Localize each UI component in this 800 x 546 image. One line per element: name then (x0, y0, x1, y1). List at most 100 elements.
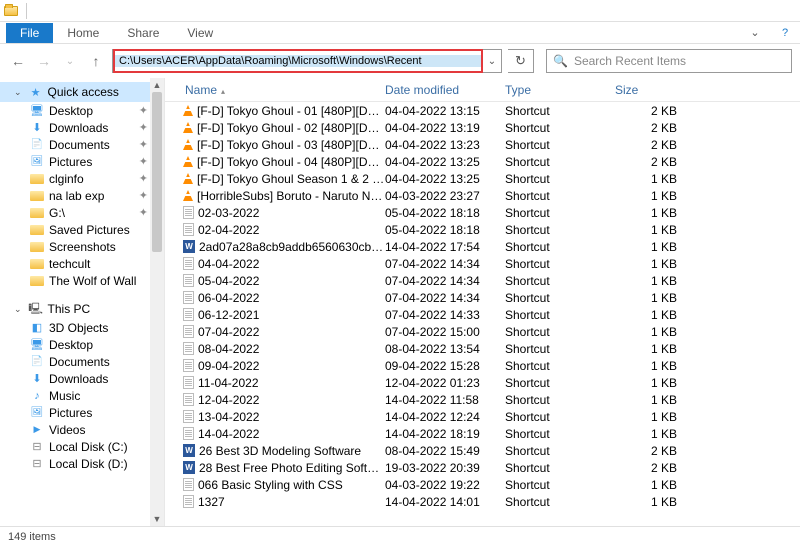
file-row[interactable]: 06-12-202107-04-2022 14:33Shortcut1 KB (165, 306, 800, 323)
sidebar-item[interactable]: 3D Objects (0, 319, 164, 336)
dl-icon (30, 372, 44, 386)
sidebar-item-label: Local Disk (C:) (49, 440, 128, 454)
search-box[interactable]: 🔍 Search Recent Items (546, 49, 792, 73)
file-name: [F-D] Tokyo Ghoul - 02 [480P][Dual-Audi.… (197, 121, 385, 135)
scroll-up-icon[interactable]: ▲ (150, 78, 164, 92)
home-tab[interactable]: Home (53, 23, 113, 43)
file-row[interactable]: 14-04-202214-04-2022 18:19Shortcut1 KB (165, 425, 800, 442)
file-row[interactable]: 08-04-202208-04-2022 13:54Shortcut1 KB (165, 340, 800, 357)
file-row[interactable]: [F-D] Tokyo Ghoul - 03 [480P][Dual-Audi.… (165, 136, 800, 153)
document-icon (183, 223, 194, 236)
ribbon-expand-icon[interactable]: ⌄ (740, 26, 770, 39)
sidebar-item[interactable]: Pictures (0, 404, 164, 421)
up-button[interactable]: ↑ (86, 51, 106, 71)
sidebar-item-label: The Wolf of Wall (49, 274, 136, 288)
scroll-down-icon[interactable]: ▼ (150, 512, 164, 526)
file-size: 1 KB (615, 274, 685, 288)
file-row[interactable]: [HorribleSubs] Boruto - Naruto Next Gen.… (165, 187, 800, 204)
sidebar-scrollbar[interactable]: ▲ ▼ (150, 78, 164, 526)
share-tab[interactable]: Share (113, 23, 173, 43)
sidebar-item[interactable]: Documents✦ (0, 136, 164, 153)
sidebar-item[interactable]: The Wolf of Wall (0, 272, 164, 289)
desktop-icon (30, 104, 44, 118)
file-name: 13-04-2022 (198, 410, 259, 424)
file-row[interactable]: [F-D] Tokyo Ghoul Season 1 & 2 Complet..… (165, 170, 800, 187)
size-column[interactable]: Size (615, 83, 685, 97)
file-size: 2 KB (615, 461, 685, 475)
file-row[interactable]: 132714-04-2022 14:01Shortcut1 KB (165, 493, 800, 510)
address-input[interactable] (115, 55, 481, 67)
sidebar-item[interactable]: Music (0, 387, 164, 404)
file-type: Shortcut (505, 410, 615, 424)
sidebar-item[interactable]: Saved Pictures (0, 221, 164, 238)
back-button[interactable]: ← (8, 51, 28, 71)
sidebar-item[interactable]: Desktop (0, 336, 164, 353)
sidebar-item[interactable]: Desktop✦ (0, 102, 164, 119)
file-name: 02-03-2022 (198, 206, 259, 220)
sidebar-item[interactable]: na lab exp✦ (0, 187, 164, 204)
pin-icon: ✦ (139, 138, 148, 151)
sidebar-item[interactable]: Pictures✦ (0, 153, 164, 170)
pic-icon (30, 155, 44, 169)
forward-button[interactable]: → (34, 51, 54, 71)
file-name: 05-04-2022 (198, 274, 259, 288)
refresh-button[interactable]: ↻ (508, 49, 534, 73)
disk-icon (30, 440, 44, 454)
sidebar-item[interactable]: Local Disk (C:) (0, 438, 164, 455)
sidebar-item[interactable]: Screenshots (0, 238, 164, 255)
sidebar-item[interactable]: G:\✦ (0, 204, 164, 221)
file-row[interactable]: 26 Best 3D Modeling Software08-04-2022 1… (165, 442, 800, 459)
file-type: Shortcut (505, 291, 615, 305)
file-date: 05-04-2022 18:18 (385, 206, 505, 220)
file-row[interactable]: 02-04-202205-04-2022 18:18Shortcut1 KB (165, 221, 800, 238)
sidebar-item-label: Videos (49, 423, 85, 437)
sidebar-item[interactable]: Videos (0, 421, 164, 438)
file-row[interactable]: 06-04-202207-04-2022 14:34Shortcut1 KB (165, 289, 800, 306)
date-column[interactable]: Date modified (385, 83, 505, 97)
file-size: 1 KB (615, 291, 685, 305)
navigation-bar: ← → ⌄ ↑ ⌄ ↻ 🔍 Search Recent Items (0, 44, 800, 78)
file-row[interactable]: 04-04-202207-04-2022 14:34Shortcut1 KB (165, 255, 800, 272)
file-row[interactable]: [F-D] Tokyo Ghoul - 02 [480P][Dual-Audi.… (165, 119, 800, 136)
file-row[interactable]: 2ad07a28a8cb9addb6560630cbfc070314-04-20… (165, 238, 800, 255)
sidebar-item[interactable]: Downloads✦ (0, 119, 164, 136)
type-column[interactable]: Type (505, 83, 615, 97)
sidebar-item[interactable]: Documents (0, 353, 164, 370)
file-type: Shortcut (505, 104, 615, 118)
name-column[interactable]: Name▴ (165, 83, 385, 97)
file-row[interactable]: 02-03-202205-04-2022 18:18Shortcut1 KB (165, 204, 800, 221)
scroll-thumb[interactable] (152, 92, 162, 252)
file-row[interactable]: 066 Basic Styling with CSS04-03-2022 19:… (165, 476, 800, 493)
address-dropdown-icon[interactable]: ⌄ (483, 56, 501, 67)
view-tab[interactable]: View (173, 23, 227, 43)
file-row[interactable]: [F-D] Tokyo Ghoul - 04 [480P][Dual-Audi.… (165, 153, 800, 170)
vlc-icon (183, 173, 193, 184)
address-bar[interactable]: ⌄ (112, 49, 502, 73)
folder-icon (30, 225, 44, 235)
file-row[interactable]: 07-04-202207-04-2022 15:00Shortcut1 KB (165, 323, 800, 340)
file-row[interactable]: 13-04-202214-04-2022 12:24Shortcut1 KB (165, 408, 800, 425)
file-tab[interactable]: File (6, 23, 53, 43)
file-row[interactable]: 28 Best Free Photo Editing Software for … (165, 459, 800, 476)
file-name: 06-12-2021 (198, 308, 259, 322)
file-row[interactable]: [F-D] Tokyo Ghoul - 01 [480P][Dual-Audi.… (165, 102, 800, 119)
this-pc-header[interactable]: ⌄ This PC (0, 299, 164, 319)
file-row[interactable]: 09-04-202209-04-2022 15:28Shortcut1 KB (165, 357, 800, 374)
sidebar-item[interactable]: Local Disk (D:) (0, 455, 164, 472)
file-name: 28 Best Free Photo Editing Software for … (199, 461, 385, 475)
sidebar-item[interactable]: techcult (0, 255, 164, 272)
file-row[interactable]: 12-04-202214-04-2022 11:58Shortcut1 KB (165, 391, 800, 408)
file-row[interactable]: 11-04-202212-04-2022 01:23Shortcut1 KB (165, 374, 800, 391)
document-icon (183, 393, 194, 406)
recent-locations-icon[interactable]: ⌄ (60, 51, 80, 71)
sidebar-item[interactable]: clginfo✦ (0, 170, 164, 187)
file-row[interactable]: 05-04-202207-04-2022 14:34Shortcut1 KB (165, 272, 800, 289)
document-icon (183, 325, 194, 338)
star-icon (29, 85, 43, 99)
help-icon[interactable]: ? (770, 27, 800, 39)
sidebar-item[interactable]: Downloads (0, 370, 164, 387)
file-list-pane: Name▴ Date modified Type Size [F-D] Toky… (165, 78, 800, 526)
file-date: 04-03-2022 23:27 (385, 189, 505, 203)
quick-access-header[interactable]: ⌄ Quick access (0, 82, 164, 102)
file-date: 05-04-2022 18:18 (385, 223, 505, 237)
